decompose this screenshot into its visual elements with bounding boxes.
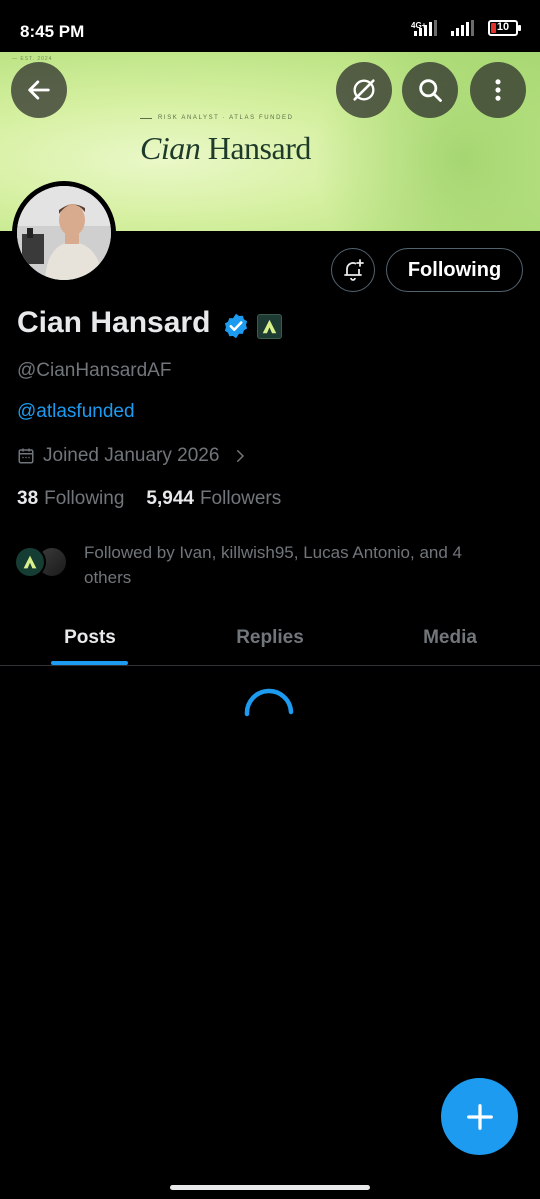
banner-name: Cian Hansard: [140, 130, 311, 166]
search-button[interactable]: [402, 62, 458, 118]
battery-icon: 10: [488, 20, 521, 36]
search-icon: [419, 79, 442, 102]
signal-icon: [414, 20, 437, 36]
following-stat[interactable]: 38 Following: [17, 488, 124, 510]
followed-by[interactable]: Followed by Ivan, killwish95, Lucas Anto…: [14, 540, 462, 587]
follow-stats: 38 Following 5,944 Followers: [17, 488, 281, 510]
status-bar: 8:45 PM 4G+ 10: [0, 0, 540, 52]
avatar-photo: [17, 186, 111, 280]
signal-icon-2: [451, 20, 474, 36]
verified-badge-icon[interactable]: [222, 312, 250, 340]
followers-count: 5,944: [146, 488, 194, 509]
affiliate-badge-icon[interactable]: [257, 314, 282, 339]
following-button[interactable]: Following: [386, 248, 523, 292]
followed-by-text: Followed by Ivan, killwish95, Lucas Anto…: [84, 543, 463, 587]
followed-by-avatars: [14, 540, 82, 580]
tab-media[interactable]: Media: [360, 610, 540, 665]
more-vertical-icon: [495, 79, 501, 101]
plus-icon: [466, 1103, 493, 1130]
grok-icon: [353, 79, 375, 101]
grok-button[interactable]: [336, 62, 392, 118]
followers-label: Followers: [199, 488, 282, 509]
chevron-right-icon: [237, 450, 245, 462]
status-time: 8:45 PM: [20, 22, 85, 41]
profile-handle: @CianHansardAF: [17, 360, 172, 381]
compose-post-button[interactable]: [441, 1078, 518, 1155]
joined-text: Joined January 2026: [43, 445, 220, 466]
joined-date[interactable]: Joined January 2026: [17, 445, 249, 467]
active-tab-indicator: [51, 661, 128, 665]
bio-mention-link[interactable]: @atlasfunded: [17, 401, 135, 423]
profile-tabs: Posts Replies Media: [0, 610, 540, 666]
back-arrow-icon: [28, 80, 50, 100]
followers-stat[interactable]: 5,944 Followers: [146, 488, 281, 510]
tab-posts[interactable]: Posts: [0, 610, 180, 665]
back-button[interactable]: [11, 62, 67, 118]
more-options-button[interactable]: [470, 62, 526, 118]
banner-est-text: — EST. 2024: [12, 56, 53, 62]
avatar[interactable]: [12, 181, 116, 285]
home-indicator[interactable]: [170, 1185, 370, 1190]
follower-avatar: [14, 546, 46, 578]
display-name: Cian Hansard: [17, 306, 211, 339]
bell-plus-icon: [344, 259, 364, 281]
battery-level: 10: [496, 21, 510, 33]
notification-bell-button[interactable]: [331, 248, 375, 292]
calendar-icon: [18, 448, 34, 464]
banner-subtitle: RISK ANALYST · ATLAS FUNDED: [140, 115, 294, 121]
following-count: 38: [17, 488, 39, 509]
status-icons: 10: [414, 20, 521, 36]
tab-replies[interactable]: Replies: [180, 610, 360, 665]
following-label: Following: [44, 488, 125, 509]
loading-spinner-icon: [244, 688, 294, 717]
